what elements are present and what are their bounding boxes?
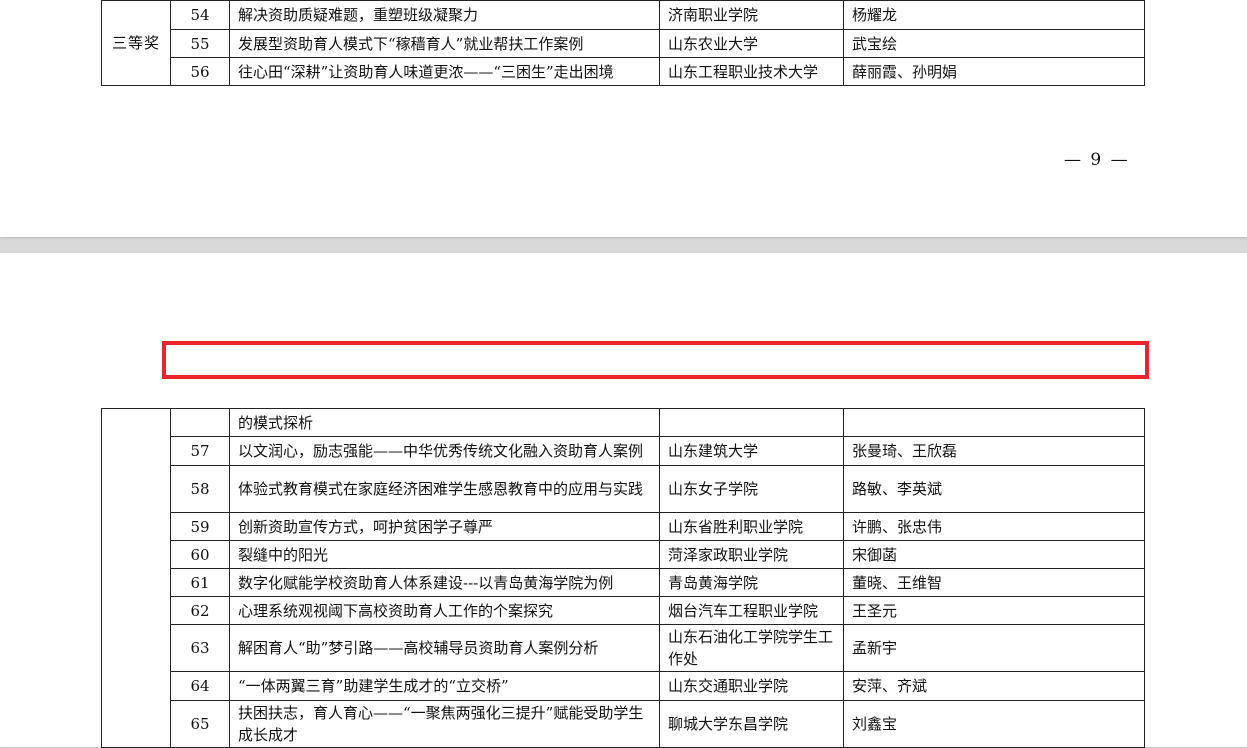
case-title: 心理系统观视阈下高校资助育人工作的个案探究 [229,596,660,625]
author-names: 宋御菡 [843,540,1145,569]
row-number: 61 [170,568,230,597]
table-row: 58 体验式教育模式在家庭经济困难学生感恩教育中的应用与实践 山东女子学院 路敏… [102,465,1145,513]
school-name: 青岛黄海学院 [659,568,844,597]
row-number: 64 [170,671,230,701]
table-row: 的模式探析 [101,408,1145,748]
author-names: 安萍、齐斌 [843,671,1145,701]
case-title: 裂缝中的阳光 [229,540,660,569]
document-page-10: 的模式探析 57 以文润心，励志强能——中华优秀传统文化融入资助育人案例 山东建… [0,253,1247,748]
table-row: 64 “一体两翼三育”助建学生成才的“立交桥” 山东交通职业学院 安萍、齐斌 [102,671,1145,701]
row-number: 58 [170,465,230,513]
author-names: 杨耀龙 [843,0,1145,30]
author-names: 孟新宇 [843,624,1145,672]
case-title: “一体两翼三育”助建学生成才的“立交桥” [229,671,660,701]
row-number: 55 [170,29,230,58]
case-title: 体验式教育模式在家庭经济困难学生感恩教育中的应用与实践 [229,465,660,513]
table-row: 63 解困育人“助”梦引路——高校辅导员资助育人案例分析 山东石油化工学院学生工… [102,624,1145,672]
school-name [659,408,844,437]
school-name: 山东省胜利职业学院 [659,512,844,541]
school-name: 济南职业学院 [659,0,844,30]
case-title: 以文润心，励志强能——中华优秀传统文化融入资助育人案例 [229,436,660,466]
author-names: 许鹏、张忠伟 [843,512,1145,541]
award-grade-cell: 三等奖 [101,0,171,86]
case-title: 的模式探析 [229,408,660,437]
case-title: 扶困扶志，育人育心——“一聚焦两强化三提升”赋能受助学生成长成才 [229,700,660,748]
case-title: 数字化赋能学校资助育人体系建设---以青岛黄海学院为例 [229,568,660,597]
author-names: 王圣元 [843,596,1145,625]
table-row: 57 以文润心，励志强能——中华优秀传统文化融入资助育人案例 山东建筑大学 张曼… [102,436,1145,466]
school-name: 烟台汽车工程职业学院 [659,596,844,625]
case-title: 解困育人“助”梦引路——高校辅导员资助育人案例分析 [229,624,660,672]
award-grade-cell [101,408,171,748]
case-title: 创新资助宣传方式，呵护贫困学子尊严 [229,512,660,541]
page-number: — 9 — [1064,150,1130,170]
author-names: 刘鑫宝 [843,700,1145,748]
author-names: 路敏、李英斌 [843,465,1145,513]
table-row: 56 往心田“深耕”让资助育人味道更浓——“三困生”走出困境 山东工程职业技术大… [102,57,1145,86]
awards-table-page-10: 的模式探析 57 以文润心，励志强能——中华优秀传统文化融入资助育人案例 山东建… [101,408,1145,748]
row-number: 63 [170,624,230,672]
row-number: 57 [170,436,230,466]
table-row: 55 发展型资助育人模式下“稼穑育人”就业帮扶工作案例 山东农业大学 武宝绘 [102,29,1145,58]
author-names: 董晓、王维智 [843,568,1145,597]
case-title: 往心田“深耕”让资助育人味道更浓——“三困生”走出困境 [229,57,660,86]
school-name: 聊城大学东昌学院 [659,700,844,748]
table-row: 59 创新资助宣传方式，呵护贫困学子尊严 山东省胜利职业学院 许鹏、张忠伟 [102,512,1145,541]
document-page-9: 三等奖 54 解决资助质疑难题，重塑班级凝聚力 济南职业学院 杨耀龙 55 发展… [0,0,1247,237]
school-name: 菏泽家政职业学院 [659,540,844,569]
case-title: 发展型资助育人模式下“稼穑育人”就业帮扶工作案例 [229,29,660,58]
author-names [843,408,1145,437]
school-name: 山东交通职业学院 [659,671,844,701]
school-name: 山东农业大学 [659,29,844,58]
author-names: 张曼琦、王欣磊 [843,436,1145,466]
school-name: 山东工程职业技术大学 [659,57,844,86]
author-names: 薛丽霞、孙明娟 [843,57,1145,86]
row-number: 59 [170,512,230,541]
school-name: 山东建筑大学 [659,436,844,466]
school-name: 山东女子学院 [659,465,844,513]
author-names: 武宝绘 [843,29,1145,58]
table-row: 60 裂缝中的阳光 菏泽家政职业学院 宋御菡 [102,540,1145,569]
table-row: 65 扶困扶志，育人育心——“一聚焦两强化三提升”赋能受助学生成长成才 聊城大学… [102,700,1145,748]
row-number: 65 [170,700,230,748]
table-row: 62 心理系统观视阈下高校资助育人工作的个案探究 烟台汽车工程职业学院 王圣元 [102,596,1145,625]
table-row: 三等奖 54 解决资助质疑难题，重塑班级凝聚力 济南职业学院 杨耀龙 [101,0,1145,86]
case-title: 解决资助质疑难题，重塑班级凝聚力 [229,0,660,30]
row-number: 54 [170,0,230,30]
row-number: 62 [170,596,230,625]
row-number: 56 [170,57,230,86]
row-number: 60 [170,540,230,569]
school-name: 山东石油化工学院学生工作处 [659,624,844,672]
awards-table-page-9: 三等奖 54 解决资助质疑难题，重塑班级凝聚力 济南职业学院 杨耀龙 55 发展… [101,0,1145,86]
table-row: 61 数字化赋能学校资助育人体系建设---以青岛黄海学院为例 青岛黄海学院 董晓… [102,568,1145,597]
row-number [170,408,230,437]
